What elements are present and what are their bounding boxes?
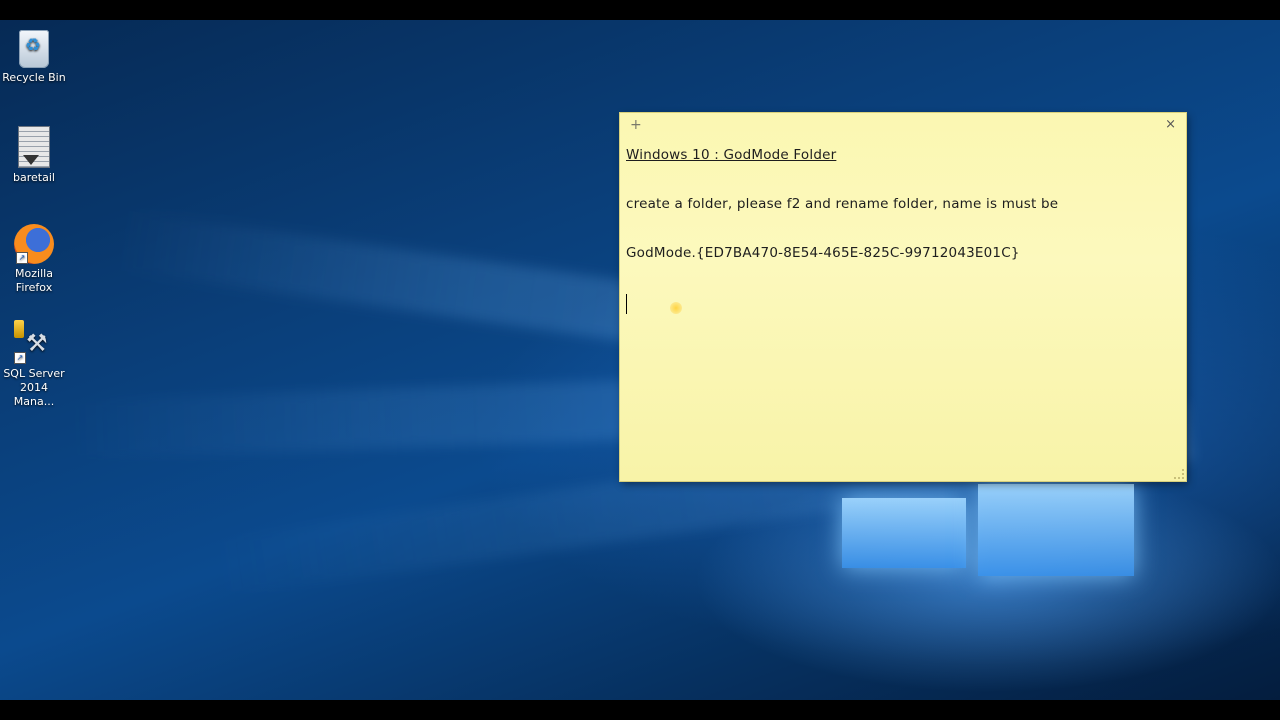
screen: Recycle Bin baretail ↗ Mozilla Firefox ⚒… bbox=[0, 0, 1280, 720]
sticky-note-titlebar[interactable]: + × bbox=[620, 113, 1186, 139]
desktop-icon-sql-server[interactable]: ⚒ ↗ SQL Server 2014 Mana... bbox=[0, 320, 68, 409]
desktop-icon-label: SQL Server 2014 Mana... bbox=[3, 367, 65, 408]
desktop-icon-label: Mozilla Firefox bbox=[15, 267, 53, 294]
note-line: create a folder, please f2 and rename fo… bbox=[626, 196, 1059, 212]
sql-server-icon: ⚒ ↗ bbox=[12, 320, 56, 364]
text-caret bbox=[626, 294, 627, 314]
mouse-cursor-highlight bbox=[670, 302, 682, 314]
baretail-icon bbox=[18, 126, 50, 168]
desktop-icon-label: baretail bbox=[13, 171, 55, 184]
database-icon bbox=[14, 320, 24, 338]
shortcut-arrow-icon: ↗ bbox=[16, 252, 28, 264]
sticky-note-text-area[interactable]: Windows 10 : GodMode Folder create a fol… bbox=[626, 147, 1176, 343]
close-note-button[interactable]: × bbox=[1165, 117, 1176, 132]
sticky-note[interactable]: + × Windows 10 : GodMode Folder create a… bbox=[620, 113, 1186, 481]
resize-grip-icon[interactable] bbox=[1174, 469, 1184, 479]
desktop-icon-label: Recycle Bin bbox=[2, 71, 66, 84]
windows-logo-pane bbox=[978, 484, 1134, 576]
desktop-icon-baretail[interactable]: baretail bbox=[0, 126, 68, 185]
desktop-icon-recycle-bin[interactable]: Recycle Bin bbox=[0, 30, 68, 85]
windows-logo-icon bbox=[842, 480, 1142, 600]
firefox-icon: ↗ bbox=[14, 224, 54, 264]
recycle-bin-icon bbox=[19, 30, 49, 68]
add-note-button[interactable]: + bbox=[630, 117, 642, 133]
text-caret-line bbox=[626, 294, 1176, 314]
windows-logo-pane bbox=[842, 498, 966, 568]
shortcut-arrow-icon: ↗ bbox=[14, 352, 26, 364]
tools-icon: ⚒ bbox=[26, 329, 48, 357]
note-line: GodMode.{ED7BA470-8E54-465E-825C-9971204… bbox=[626, 245, 1020, 261]
note-title: Windows 10 : GodMode Folder bbox=[626, 147, 837, 163]
desktop-icon-firefox[interactable]: ↗ Mozilla Firefox bbox=[0, 224, 68, 295]
